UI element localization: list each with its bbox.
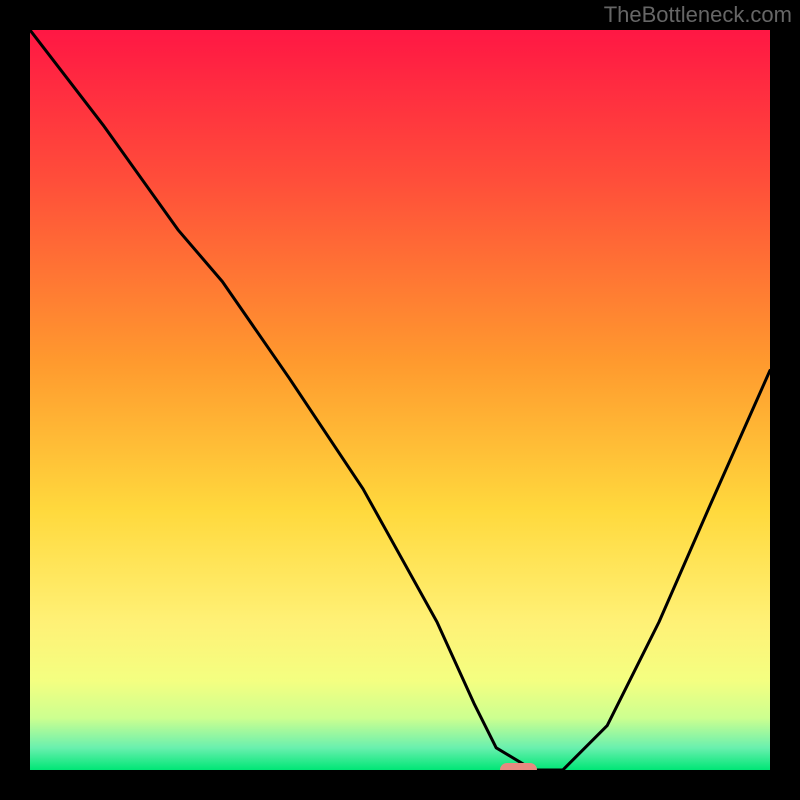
optimal-marker	[500, 763, 537, 770]
watermark-text: TheBottleneck.com	[604, 2, 792, 28]
bottleneck-curve	[30, 30, 770, 770]
chart-container: TheBottleneck.com	[0, 0, 800, 800]
plot-area	[30, 30, 770, 770]
